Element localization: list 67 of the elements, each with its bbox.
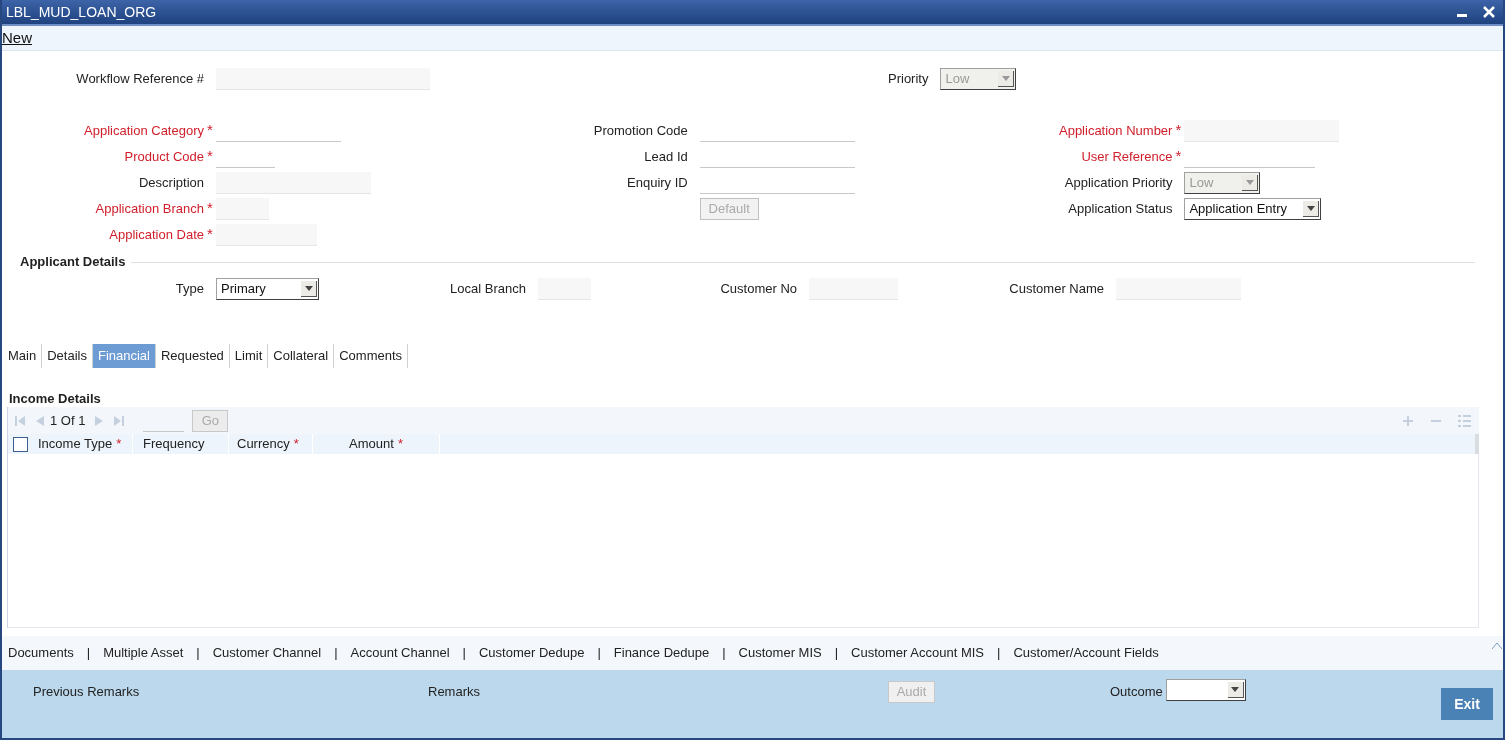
field-label: Application Number bbox=[1058, 122, 1173, 141]
field-label: Application Branch bbox=[94, 200, 204, 219]
link-separator: | bbox=[334, 644, 338, 663]
footer-link[interactable]: Customer Dedupe bbox=[478, 643, 585, 663]
required-mark: * bbox=[206, 199, 214, 215]
required-mark: * bbox=[1174, 121, 1183, 137]
caret-icon bbox=[301, 281, 317, 297]
footer-link[interactable]: Multiple Asset bbox=[103, 643, 184, 663]
link-separator: | bbox=[997, 644, 1001, 663]
footer-label: Remarks bbox=[428, 683, 481, 701]
first-page-icon[interactable] bbox=[14, 414, 26, 427]
page-indicator: 1 Of 1 bbox=[50, 411, 86, 430]
footer-label: Outcome bbox=[1110, 683, 1163, 701]
field-label: Customer Name bbox=[1008, 280, 1104, 299]
link-separator: | bbox=[196, 644, 200, 663]
required-mark: * bbox=[206, 121, 214, 137]
field-label: Type bbox=[174, 280, 204, 299]
add-icon[interactable] bbox=[1402, 414, 1414, 427]
field-label: Product Code bbox=[123, 148, 204, 167]
field-label: Application Category bbox=[83, 122, 204, 141]
caret-icon bbox=[1227, 682, 1244, 698]
field-label: Customer No bbox=[719, 280, 797, 299]
dropdown[interactable]: Primary bbox=[216, 278, 319, 300]
field-label: Local Branch bbox=[449, 280, 526, 299]
link-separator: | bbox=[86, 644, 91, 663]
caret-icon bbox=[998, 71, 1015, 87]
footer-link[interactable]: Documents bbox=[8, 643, 74, 663]
required-mark: * bbox=[206, 147, 214, 163]
section-heading: Income Details bbox=[9, 390, 102, 407]
checkbox[interactable] bbox=[13, 436, 28, 452]
footer-link[interactable]: Customer/Account Fields bbox=[1013, 643, 1159, 663]
list-icon[interactable] bbox=[1458, 414, 1471, 427]
previous-page-icon[interactable] bbox=[34, 414, 46, 427]
dropdown[interactable] bbox=[1165, 679, 1246, 701]
field-label: Lead Id bbox=[643, 148, 688, 167]
footer-link[interactable]: Account Channel bbox=[350, 643, 450, 663]
link-separator: | bbox=[834, 644, 839, 663]
window-title: LBL_MUD_LOAN_ORG bbox=[6, 2, 157, 22]
new-link[interactable]: New bbox=[2, 26, 32, 50]
field-label: Priority bbox=[888, 70, 929, 89]
caret-icon bbox=[1242, 175, 1259, 191]
required-mark: * bbox=[1174, 147, 1183, 163]
last-page-icon[interactable] bbox=[113, 414, 126, 427]
minimize-icon[interactable] bbox=[1457, 13, 1467, 17]
field-label: Application Date bbox=[108, 226, 204, 245]
footer-link[interactable]: Customer Channel bbox=[212, 643, 322, 663]
scroll-up-icon[interactable] bbox=[1492, 643, 1502, 649]
required-mark: * bbox=[206, 225, 214, 241]
field-label: Application Priority bbox=[1063, 174, 1173, 193]
dropdown[interactable]: Application Entry bbox=[1184, 198, 1322, 220]
field-label: Workflow Reference # bbox=[75, 70, 204, 89]
field-label: Promotion Code bbox=[592, 122, 688, 141]
field-label: Description bbox=[137, 174, 204, 193]
close-icon[interactable] bbox=[1483, 6, 1495, 18]
footer-link[interactable]: Customer Account MIS bbox=[851, 643, 985, 663]
field-label: User Reference bbox=[1080, 148, 1173, 167]
field-label: Application Status bbox=[1067, 200, 1173, 219]
link-separator: | bbox=[597, 644, 601, 663]
field-label: Enquiry ID bbox=[626, 174, 688, 193]
footer-link[interactable]: Finance Dedupe bbox=[613, 643, 710, 663]
footer-link[interactable]: Customer MIS bbox=[738, 643, 822, 663]
link-separator: | bbox=[722, 644, 726, 663]
footer-label: Previous Remarks bbox=[33, 683, 141, 701]
caret-icon bbox=[1303, 201, 1320, 217]
section-heading: Applicant Details bbox=[20, 253, 126, 272]
link-separator: | bbox=[462, 644, 466, 663]
exit-button[interactable]: Exit bbox=[1441, 688, 1493, 720]
